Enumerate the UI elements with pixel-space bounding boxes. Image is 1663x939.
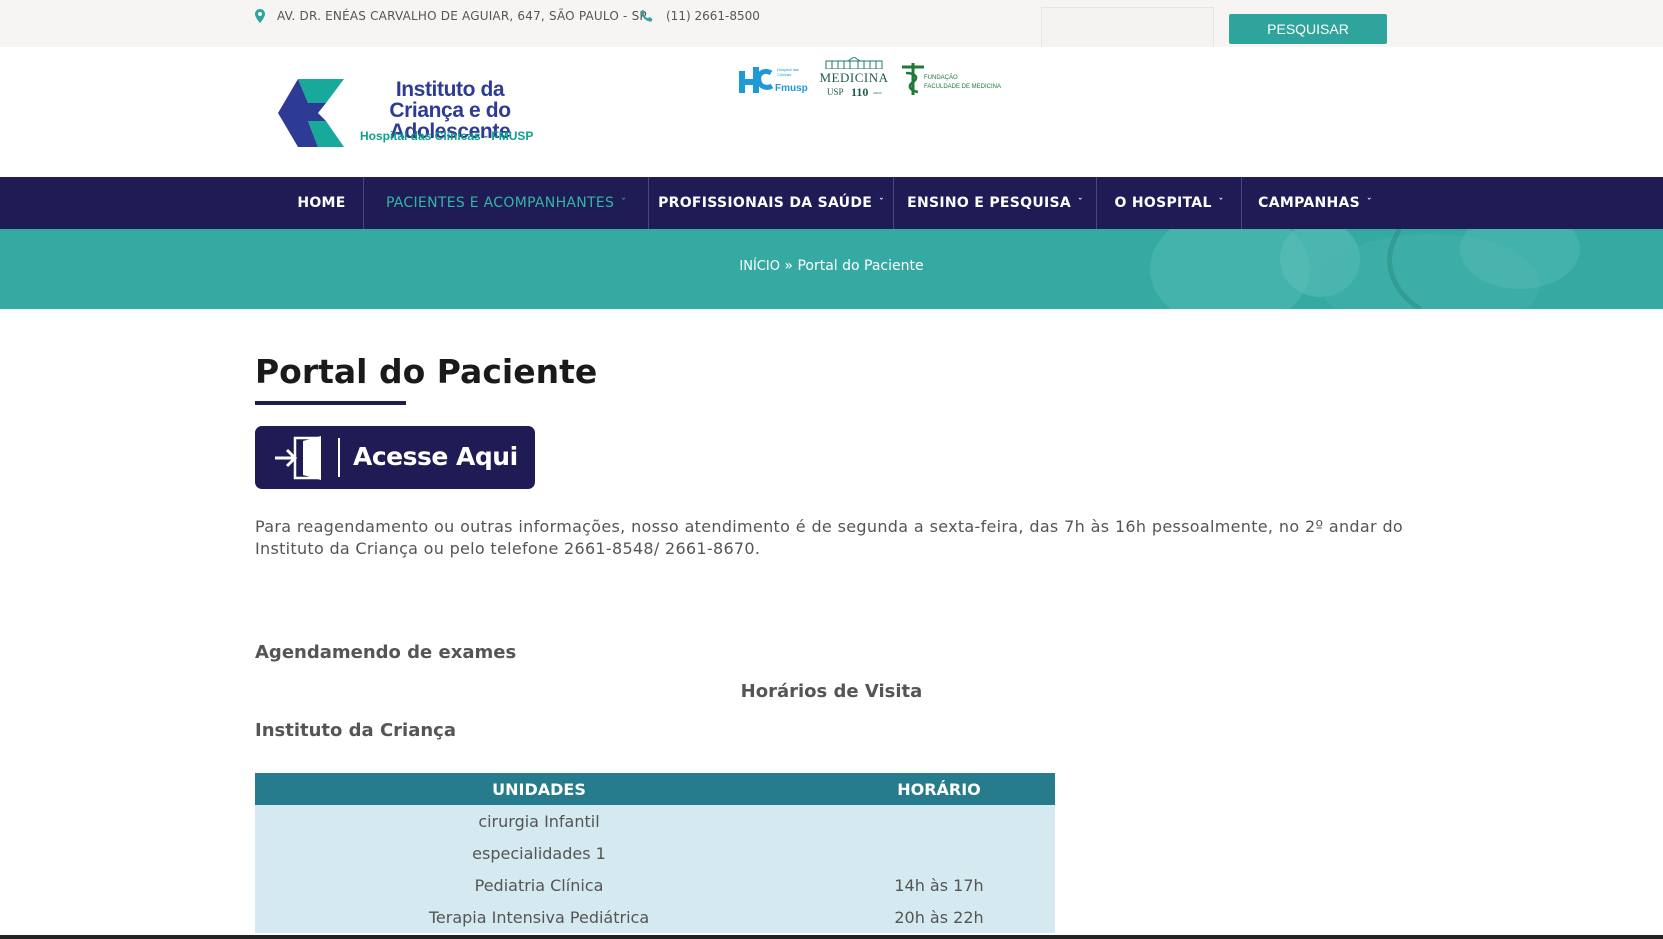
hours-cell: 14h às 17h <box>823 869 1055 901</box>
table-row: especialidades 1 <box>255 837 1055 869</box>
column-header-unidades: UNIDADES <box>255 773 823 805</box>
table-header-row: UNIDADES HORÁRIO <box>255 773 1055 805</box>
site-header: Instituto da Criança e do Adolescente Ho… <box>0 47 1663 177</box>
address-text: AV. DR. ENÉAS CARVALHO DE AGUIAR, 647, S… <box>277 9 647 23</box>
fundacao-line1: FUNDAÇÃO <box>924 75 958 81</box>
medicina-label: MEDICINA <box>819 70 889 85</box>
breadcrumb-current: Portal do Paciente <box>797 258 924 274</box>
table-row: Terapia Intensiva Pediátrica 20h às 22h <box>255 901 1055 933</box>
page-banner: INÍCIO » Portal do Paciente <box>0 229 1663 309</box>
nav-item-hospital[interactable]: O HOSPITAL ˇ <box>1096 177 1241 229</box>
hours-cell <box>823 805 1055 837</box>
institute-heading: Instituto da Criança <box>255 720 456 741</box>
nav-item-ensino[interactable]: ENSINO E PESQUISA ˇ <box>893 177 1096 229</box>
hc-icon <box>739 67 774 93</box>
partner-logos: Hospital das Clínicas Fmusp MEDICINA USP… <box>735 57 1002 101</box>
column-header-horario: HORÁRIO <box>823 773 1055 805</box>
chevron-down-icon: ˇ <box>1218 198 1224 208</box>
access-button-label: Acesse Aqui <box>353 442 518 471</box>
main-navigation: HOME PACIENTES E ACOMPANHANTES ˇ PROFISSI… <box>0 177 1663 229</box>
unit-cell: especialidades 1 <box>255 837 823 869</box>
chevron-down-icon: ˇ <box>621 198 627 208</box>
medicina-years-unit: ANOS <box>873 91 882 95</box>
unit-cell: cirurgia Infantil <box>255 805 823 837</box>
breadcrumb-separator: » <box>784 258 793 274</box>
search-button[interactable]: PESQUISAR <box>1229 14 1387 44</box>
scheduling-info: Para reagendamento ou outras informações… <box>255 517 1403 558</box>
phone-icon <box>640 9 654 23</box>
door-enter-icon <box>275 436 321 480</box>
visiting-hours-table: UNIDADES HORÁRIO cirurgia Infantil espec… <box>255 773 1055 933</box>
hours-cell: 20h às 22h <box>823 901 1055 933</box>
hours-cell <box>823 837 1055 869</box>
nav-item-campanhas[interactable]: CAMPANHAS ˇ <box>1241 177 1388 229</box>
logo-subtitle: Hospital das Clínicas - FMUSP <box>360 129 534 143</box>
nav-label-campanhas: CAMPANHAS <box>1258 195 1361 211</box>
window-bottom-edge <box>0 935 1663 939</box>
table-row: cirurgia Infantil <box>255 805 1055 837</box>
visiting-hours-heading: Horários de Visita <box>740 681 923 702</box>
button-divider <box>338 438 340 477</box>
nav-label-ensino: ENSINO E PESQUISA <box>907 195 1072 211</box>
table-row: Pediatria Clínica 14h às 17h <box>255 869 1055 901</box>
phone-info: (11) 2661-8500 <box>640 9 760 23</box>
unit-cell: Terapia Intensiva Pediátrica <box>255 901 823 933</box>
chevron-down-icon: ˇ <box>1367 198 1372 208</box>
nav-item-home[interactable]: HOME <box>280 177 363 229</box>
nav-label-hospital: O HOSPITAL <box>1114 195 1212 211</box>
exams-heading: Agendamendo de exames <box>255 642 517 663</box>
institute-logo[interactable]: Instituto da Criança e do Adolescente Ho… <box>278 77 548 149</box>
nav-item-pacientes[interactable]: PACIENTES E ACOMPANHANTES ˇ <box>363 177 648 229</box>
nav-item-profissionais[interactable]: PROFISSIONAIS DA SAÚDE ˇ <box>648 177 893 229</box>
hc-fmusp-logo[interactable]: Hospital das Clínicas Fmusp <box>735 63 808 97</box>
phone-text: (11) 2661-8500 <box>666 9 760 23</box>
page-title: Portal do Paciente <box>255 352 598 391</box>
fundacao-line2: FACULDADE DE MEDICINA <box>924 84 1002 90</box>
hc-name: Fmusp <box>775 83 808 94</box>
nav-label-profissionais: PROFISSIONAIS DA SAÚDE <box>658 195 873 211</box>
chevron-down-icon: ˇ <box>879 198 884 208</box>
medicina-usp-logo[interactable]: MEDICINA USP 110 ANOS <box>819 57 889 101</box>
medicina-years: 110 <box>851 85 869 99</box>
top-bar: AV. DR. ENÉAS CARVALHO DE AGUIAR, 647, S… <box>0 0 1663 48</box>
search-input[interactable] <box>1041 7 1214 48</box>
nav-label-pacientes: PACIENTES E ACOMPANHANTES <box>385 195 615 211</box>
hc-caption: Hospital das Clínicas <box>777 67 800 77</box>
title-underline <box>255 401 406 405</box>
fundacao-ffm-logo[interactable]: FUNDAÇÃO FACULDADE DE MEDICINA <box>898 61 1002 99</box>
nav-label-home: HOME <box>297 195 346 211</box>
unit-cell: Pediatria Clínica <box>255 869 823 901</box>
chevron-down-icon: ˇ <box>1078 198 1083 208</box>
access-portal-button[interactable]: Acesse Aqui <box>255 426 535 489</box>
breadcrumb: INÍCIO » Portal do Paciente <box>0 258 1663 274</box>
breadcrumb-home-link[interactable]: INÍCIO <box>739 259 780 274</box>
map-pin-icon <box>255 9 265 23</box>
building-icon <box>825 57 883 69</box>
logo-mark-icon <box>278 79 344 147</box>
medicina-usp: USP <box>827 87 844 97</box>
address-info: AV. DR. ENÉAS CARVALHO DE AGUIAR, 647, S… <box>255 9 647 23</box>
